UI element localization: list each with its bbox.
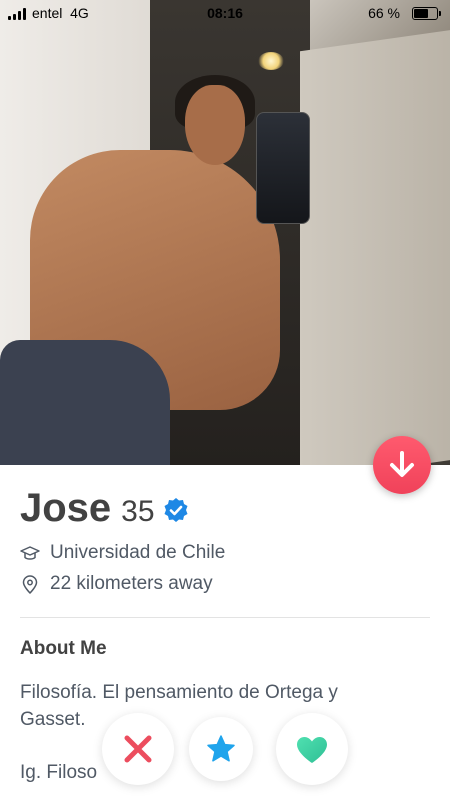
photo-phone (256, 112, 310, 224)
photo-door (300, 28, 450, 465)
star-icon (207, 735, 235, 762)
distance-row: 22 kilometers away (20, 573, 420, 597)
school-label: Universidad de Chile (50, 542, 226, 563)
arrow-down-icon (390, 451, 414, 477)
graduation-cap-icon (20, 546, 40, 560)
profile-name: Jose (20, 486, 112, 530)
battery-percent: 66 % (368, 5, 400, 21)
battery-icon (412, 7, 441, 20)
location-pin-icon (22, 575, 38, 595)
battery-fill (414, 9, 428, 18)
collapse-profile-button[interactable] (373, 436, 431, 494)
close-icon (124, 735, 152, 763)
about-title: About Me (20, 638, 107, 659)
super-like-button[interactable] (189, 717, 253, 781)
instagram-text: Ig. Filoso (20, 762, 98, 783)
name-row: Jose 35 (20, 486, 189, 536)
status-bar: entel 4G 08:16 66 % (0, 0, 450, 26)
verified-badge-icon (164, 498, 188, 522)
section-divider (20, 617, 430, 618)
photo-shorts (0, 340, 170, 465)
like-button[interactable] (276, 713, 348, 785)
distance-label: 22 kilometers away (50, 573, 213, 594)
nope-button[interactable] (102, 713, 174, 785)
school-row: Universidad de Chile (20, 542, 420, 566)
heart-icon (297, 737, 327, 763)
photo-lamp (258, 52, 284, 70)
profile-age: 35 (121, 495, 155, 528)
photo-person-head (185, 85, 245, 165)
profile-photo[interactable] (0, 0, 450, 465)
